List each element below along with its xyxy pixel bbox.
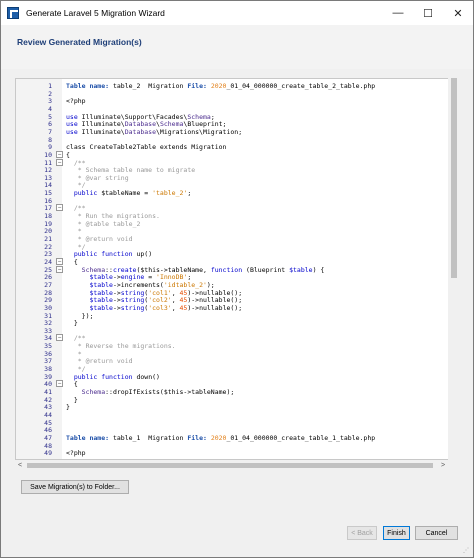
finish-button[interactable]: Finish <box>383 526 410 540</box>
horizontal-scroll-thumb[interactable] <box>27 463 433 468</box>
save-migrations-button[interactable]: Save Migration(s) to Folder... <box>21 480 129 494</box>
fold-toggle-icon[interactable]: − <box>56 257 63 265</box>
code-text: <?php <box>66 449 86 458</box>
window-title: Generate Laravel 5 Migration Wizard <box>26 8 165 18</box>
close-button[interactable]: ✕ <box>443 1 473 25</box>
line-number: 49 <box>44 449 52 458</box>
resize-grip-icon[interactable]: ⋰ <box>463 547 471 555</box>
fold-toggle-icon[interactable]: − <box>56 158 63 166</box>
back-button[interactable]: < Back <box>347 526 377 540</box>
scroll-right-arrow-icon[interactable]: > <box>438 460 448 471</box>
vertical-scroll-thumb[interactable] <box>451 78 457 278</box>
cancel-button[interactable]: Cancel <box>415 526 458 540</box>
fold-toggle-icon[interactable]: − <box>56 204 63 212</box>
horizontal-scrollbar[interactable]: < > <box>15 460 448 471</box>
wizard-window: Generate Laravel 5 Migration Wizard — ☐ … <box>0 0 474 558</box>
fold-toggle-icon[interactable]: − <box>56 334 63 342</box>
title-bar: Generate Laravel 5 Migration Wizard — ☐ … <box>1 1 473 25</box>
fold-toggle-icon[interactable]: − <box>56 380 63 388</box>
fold-toggle-icon[interactable]: − <box>56 150 63 158</box>
app-icon <box>7 7 19 19</box>
wizard-header: Review Generated Migration(s) <box>1 25 473 69</box>
scroll-left-arrow-icon[interactable]: < <box>15 460 25 471</box>
fold-toggle-icon[interactable]: − <box>56 265 63 273</box>
code-line: 49 <?php <box>16 449 459 457</box>
vertical-scrollbar[interactable] <box>448 78 460 460</box>
page-title: Review Generated Migration(s) <box>17 37 142 47</box>
maximize-button[interactable]: ☐ <box>413 1 443 25</box>
code-editor[interactable]: 1 Table name: table_2 Migration File: 202… <box>15 78 460 460</box>
window-controls: — ☐ ✕ <box>383 1 473 25</box>
minimize-button[interactable]: — <box>383 1 413 25</box>
